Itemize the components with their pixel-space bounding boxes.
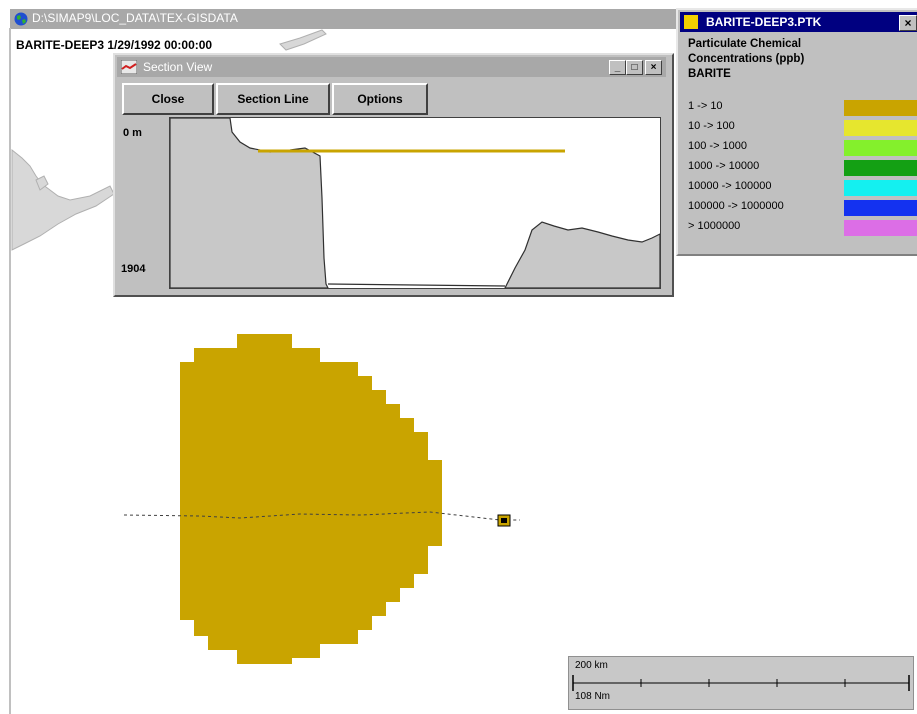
legend-swatch <box>844 160 917 176</box>
section-view-title-bar[interactable]: Section View _ □ × <box>117 57 666 77</box>
section-view-title-text: Section View <box>143 60 213 74</box>
legend-item-label: 1000 -> 10000 <box>688 160 760 172</box>
legend-item-label: 100 -> 1000 <box>688 140 748 152</box>
legend-swatch <box>844 140 917 156</box>
section-profile-plot[interactable] <box>169 117 661 289</box>
legend-heading-line2: Concentrations (ppb) <box>688 53 805 65</box>
section-view-icon <box>121 60 137 74</box>
seafloor-flat <box>327 283 506 287</box>
legend-swatch <box>844 220 917 236</box>
maximize-button[interactable]: □ <box>626 60 643 75</box>
scale-ruler <box>572 675 910 691</box>
minimize-button[interactable]: _ <box>609 60 626 75</box>
legend-close-button[interactable]: × <box>899 15 917 31</box>
plume-area <box>180 334 442 664</box>
legend-item-label: 1 -> 10 <box>688 100 723 112</box>
legend-swatch <box>844 120 917 136</box>
release-site-marker[interactable] <box>497 514 511 527</box>
legend-window: BARITE-DEEP3.PTK × Particulate Chemical … <box>676 8 917 256</box>
legend-item-label: 100000 -> 1000000 <box>688 200 784 212</box>
depth-top-label: 0 m <box>123 127 142 139</box>
legend-app-icon <box>684 15 698 29</box>
options-button[interactable]: Options <box>332 83 428 115</box>
legend-swatch <box>844 180 917 196</box>
scale-bar: 200 km 108 Nm <box>568 656 914 710</box>
section-line-button[interactable]: Section Line <box>216 83 330 115</box>
legend-title-bar[interactable]: BARITE-DEEP3.PTK × <box>680 12 917 32</box>
legend-item-label: 10 -> 100 <box>688 120 735 132</box>
legend-heading-line1: Particulate Chemical <box>688 38 802 50</box>
legend-swatch <box>844 100 917 116</box>
seafloor-left <box>170 118 329 288</box>
legend-swatch <box>844 200 917 216</box>
close-button[interactable]: Close <box>122 83 214 115</box>
depth-bottom-label: 1904 <box>121 263 146 275</box>
legend-item-label: > 1000000 <box>688 220 741 232</box>
close-window-button[interactable]: × <box>645 60 662 75</box>
legend-item-label: 10000 -> 100000 <box>688 180 772 192</box>
section-view-window: Section View _ □ × Close Section Line Op… <box>113 53 674 297</box>
legend-title-text: BARITE-DEEP3.PTK <box>706 15 822 29</box>
legend-heading-line3: BARITE <box>688 68 731 80</box>
seafloor-right <box>504 221 660 288</box>
